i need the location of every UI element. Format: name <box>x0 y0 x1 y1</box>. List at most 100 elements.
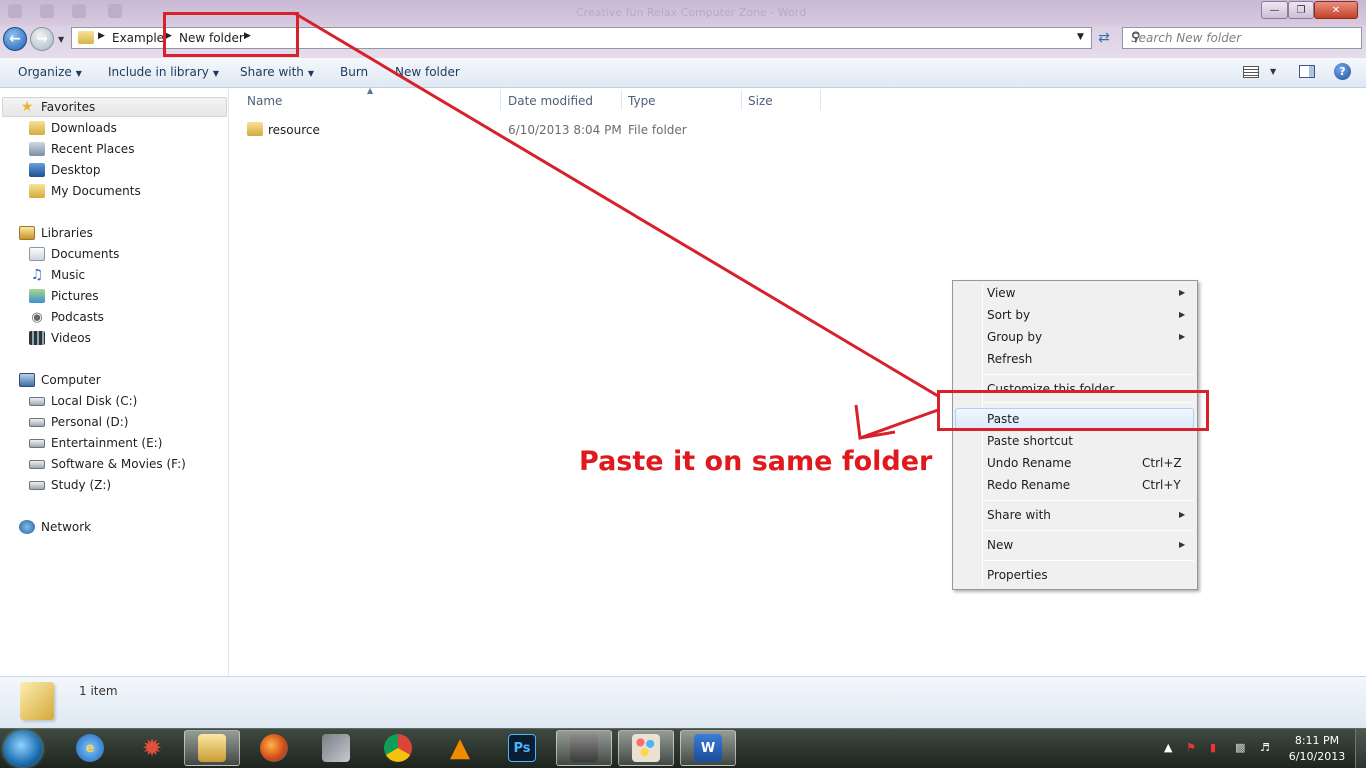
column-header-name[interactable]: Name <box>247 94 282 108</box>
nav-label: Software & Movies (F:) <box>51 457 186 471</box>
nav-downloads[interactable]: Downloads <box>29 119 117 137</box>
menu-item-refresh[interactable]: Refresh <box>987 352 1032 366</box>
view-options-dropdown-icon[interactable]: ▼ <box>1270 67 1276 76</box>
menu-item-paste-shortcut[interactable]: Paste shortcut <box>987 434 1073 448</box>
volume-icon[interactable]: ♬ <box>1260 741 1270 754</box>
nav-label: Documents <box>51 247 120 261</box>
menu-item-sort-by[interactable]: Sort by <box>987 308 1030 322</box>
recent-pages-dropdown[interactable]: ▼ <box>58 35 64 44</box>
nav-music[interactable]: ♫ Music <box>29 266 85 284</box>
taskbar-firefox[interactable] <box>246 730 302 766</box>
nav-videos[interactable]: Videos <box>29 329 91 347</box>
change-view-icon[interactable] <box>1243 66 1259 78</box>
preview-pane-icon[interactable] <box>1299 65 1315 78</box>
show-hidden-icons[interactable]: ▲ <box>1164 741 1172 754</box>
menu-item-share-with[interactable]: Share with <box>987 508 1051 522</box>
action-center-flag-icon[interactable]: ⚑ <box>1186 741 1196 754</box>
star-icon: ★ <box>20 99 34 115</box>
quick-access-icon[interactable] <box>8 4 22 18</box>
save-icon[interactable] <box>40 4 54 18</box>
system-clock[interactable]: 8:11 PM 6/10/2013 <box>1288 733 1346 765</box>
taskbar-paint[interactable] <box>618 730 674 766</box>
annotation-caption: Paste it on same folder <box>579 446 933 477</box>
nav-network[interactable]: Network <box>19 518 91 536</box>
forward-button[interactable]: → <box>30 27 54 51</box>
close-button[interactable]: ✕ <box>1314 1 1358 19</box>
taskbar-ie[interactable]: e <box>62 730 118 766</box>
taskbar-vlc[interactable]: ▲ <box>432 730 488 766</box>
menu-item-new[interactable]: New <box>987 538 1013 552</box>
hard-drive-icon <box>29 459 45 469</box>
menu-separator <box>984 560 1194 561</box>
nav-recent-places[interactable]: Recent Places <box>29 140 134 158</box>
breadcrumb-example[interactable]: Example <box>112 31 164 45</box>
organize-button[interactable]: Organize ▼ <box>18 65 82 79</box>
column-divider[interactable] <box>500 90 501 110</box>
share-with-button[interactable]: Share with ▼ <box>240 65 314 79</box>
undo-icon[interactable] <box>72 4 86 18</box>
refresh-button[interactable]: ⇄ <box>1094 29 1114 47</box>
nav-computer[interactable]: Computer <box>19 371 101 389</box>
maximize-button[interactable]: ❐ <box>1288 1 1314 19</box>
taskbar-tools[interactable] <box>308 730 364 766</box>
nav-podcasts[interactable]: ◉ Podcasts <box>29 308 104 326</box>
documents-folder-icon <box>29 184 45 198</box>
redo-icon[interactable] <box>108 4 122 18</box>
new-folder-button[interactable]: New folder <box>395 65 460 79</box>
column-divider[interactable] <box>621 90 622 110</box>
taskbar-app-star[interactable]: ✹ <box>124 730 180 766</box>
taskbar-chip-app[interactable] <box>556 730 612 766</box>
nav-libraries[interactable]: Libraries <box>19 224 93 242</box>
address-dropdown-icon[interactable]: ▼ <box>1077 32 1084 42</box>
shortcut-redo: Ctrl+Y <box>1142 478 1181 492</box>
show-desktop-button[interactable] <box>1355 729 1366 768</box>
nav-drive-e[interactable]: Entertainment (E:) <box>29 434 162 452</box>
submenu-arrow-icon: ▶ <box>1179 288 1186 297</box>
minimize-button[interactable]: — <box>1261 1 1288 19</box>
menu-separator <box>984 500 1194 501</box>
burn-button[interactable]: Burn <box>340 65 368 79</box>
file-row-name[interactable]: resource <box>268 123 320 137</box>
taskbar-chrome[interactable] <box>370 730 426 766</box>
chevron-down-icon: ▼ <box>307 69 315 78</box>
nav-desktop[interactable]: Desktop <box>29 161 101 179</box>
nav-label: Podcasts <box>51 310 104 324</box>
search-icon[interactable]: ⚲ <box>1131 30 1357 45</box>
word-icon: W <box>694 734 722 762</box>
menu-item-group-by[interactable]: Group by <box>987 330 1042 344</box>
nav-pictures[interactable]: Pictures <box>29 287 99 305</box>
start-button[interactable] <box>4 731 42 767</box>
nav-favorites[interactable]: ★ Favorites <box>19 98 96 116</box>
column-header-date-modified[interactable]: Date modified <box>508 94 593 108</box>
film-strip-icon <box>29 331 45 345</box>
tools-app-icon <box>322 734 350 762</box>
back-button[interactable]: ← <box>3 27 27 51</box>
menu-item-redo-rename[interactable]: Redo Rename <box>987 478 1070 492</box>
column-header-size[interactable]: Size <box>748 94 773 108</box>
help-icon[interactable]: ? <box>1334 63 1351 80</box>
search-input[interactable]: Search New folder ⚲ <box>1122 27 1362 49</box>
nav-drive-z[interactable]: Study (Z:) <box>29 476 111 494</box>
organize-label: Organize <box>18 65 72 79</box>
column-header-type[interactable]: Type <box>628 94 656 108</box>
taskbar-explorer[interactable] <box>184 730 240 766</box>
battery-alert-icon[interactable]: ▮ <box>1210 741 1216 754</box>
nav-drive-c[interactable]: Local Disk (C:) <box>29 392 137 410</box>
column-divider[interactable] <box>820 90 821 110</box>
column-divider[interactable] <box>741 90 742 110</box>
taskbar-word[interactable]: W <box>680 730 736 766</box>
nav-drive-f[interactable]: Software & Movies (F:) <box>29 455 186 473</box>
menu-item-view[interactable]: View <box>987 286 1015 300</box>
menu-item-properties[interactable]: Properties <box>987 568 1048 582</box>
libraries-icon <box>19 226 35 240</box>
taskbar-photoshop[interactable]: Ps <box>494 730 550 766</box>
windows-drive-icon <box>29 396 45 406</box>
nav-my-documents[interactable]: My Documents <box>29 182 141 200</box>
breadcrumb-separator-icon[interactable]: ▶ <box>98 31 105 41</box>
menu-item-undo-rename[interactable]: Undo Rename <box>987 456 1071 470</box>
nav-documents[interactable]: Documents <box>29 245 119 263</box>
include-in-library-button[interactable]: Include in library ▼ <box>108 65 219 79</box>
nav-drive-d[interactable]: Personal (D:) <box>29 413 128 431</box>
internet-explorer-icon: e <box>76 734 104 762</box>
network-signal-icon[interactable]: ▩ <box>1235 741 1245 754</box>
